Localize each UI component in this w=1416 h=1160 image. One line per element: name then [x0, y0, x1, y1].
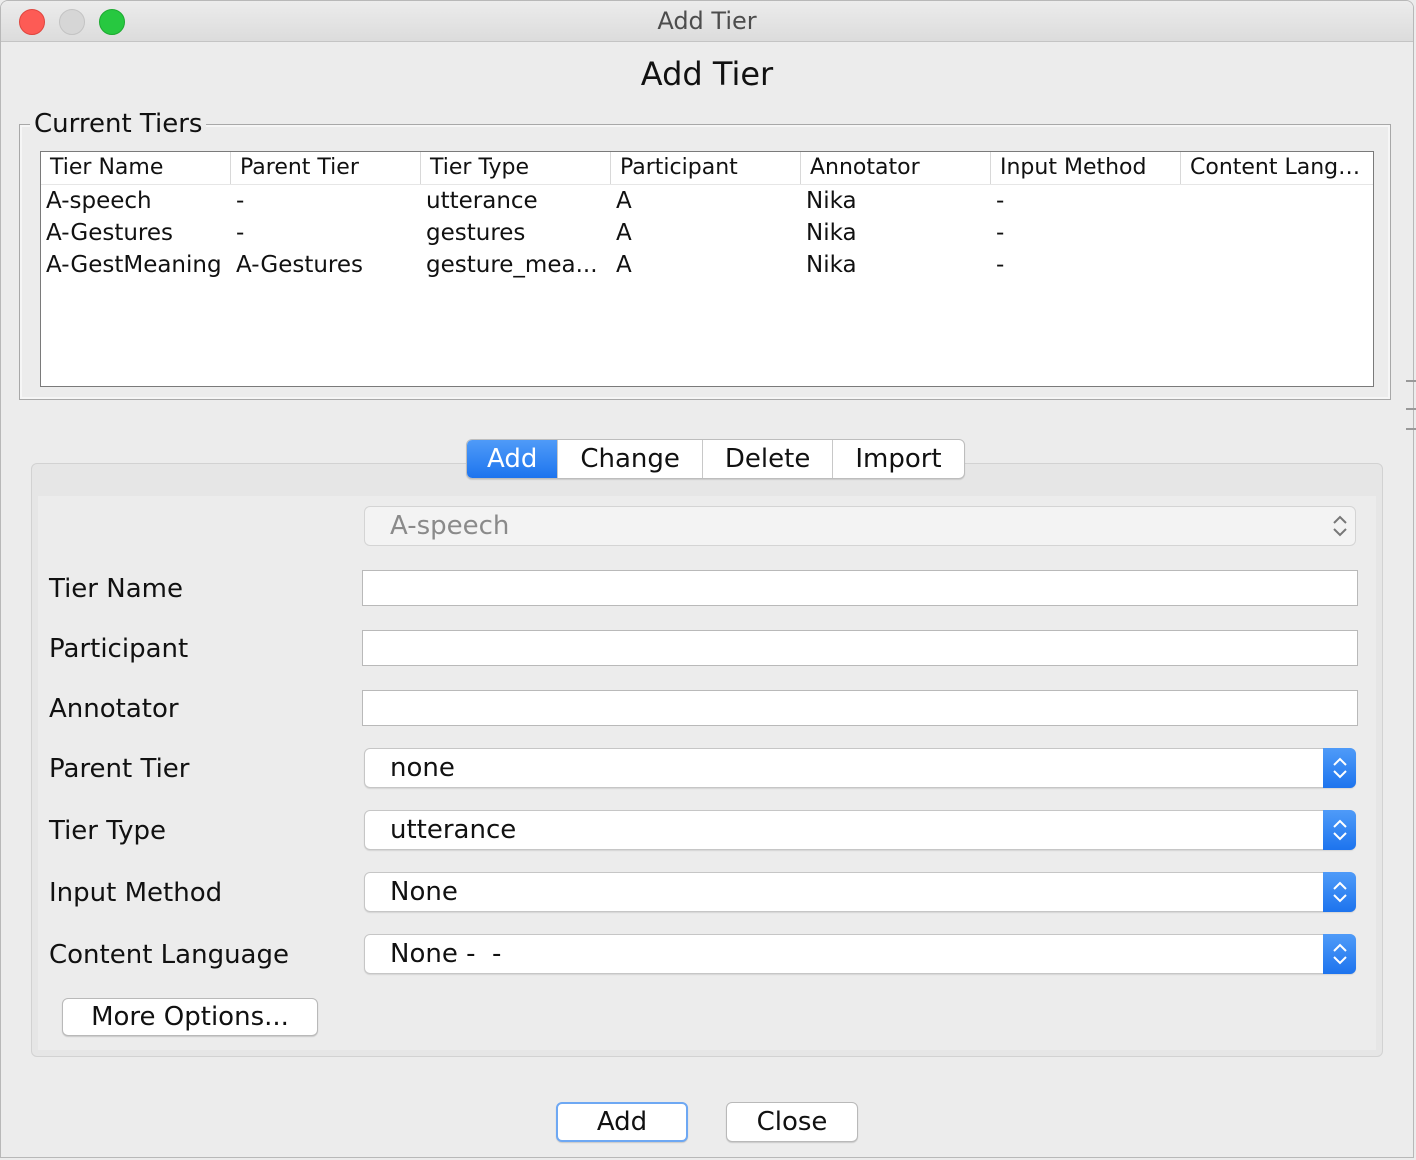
cell-participant: A [616, 220, 632, 246]
tier-name-label: Tier Name [49, 574, 183, 604]
content-language-value: None - - [390, 939, 502, 969]
column-header-participant[interactable]: Participant [611, 152, 801, 184]
background-window-edge [1406, 408, 1416, 410]
cell-input-method: - [996, 220, 1005, 246]
table-row[interactable]: A-speech - utterance A Nika - [41, 185, 1373, 217]
cell-participant: A [616, 252, 632, 278]
cell-content-language [1181, 249, 1373, 281]
title-bar: Add Tier [1, 1, 1413, 42]
updown-chevron-icon[interactable] [1323, 872, 1356, 912]
background-window-edge [1406, 428, 1416, 430]
updown-chevron-icon[interactable] [1323, 810, 1356, 850]
cell-tier-name: A-GestMeaning [46, 252, 222, 278]
participant-input[interactable] [362, 630, 1358, 666]
cell-input-method: - [996, 252, 1005, 278]
window-title: Add Tier [657, 7, 757, 35]
cell-tier-name: A-Gestures [46, 220, 174, 246]
tier-type-label: Tier Type [49, 816, 166, 846]
dialog-heading: Add Tier [640, 55, 774, 93]
tab-import[interactable]: Import [833, 440, 963, 478]
column-header-tier-type[interactable]: Tier Type [421, 152, 611, 184]
cell-parent-tier: - [236, 188, 245, 214]
table-row[interactable]: A-Gestures - gestures A Nika - [41, 217, 1373, 249]
parent-tier-value: none [390, 753, 455, 783]
input-method-value: None [390, 877, 458, 907]
column-header-input-method[interactable]: Input Method [991, 152, 1181, 184]
content-language-select[interactable]: None - - [364, 934, 1356, 974]
column-header-annotator[interactable]: Annotator [801, 152, 991, 184]
cell-tier-type: gesture_mea... [426, 252, 598, 278]
add-tier-dialog: Add Tier Add Tier Current Tiers Tier Nam… [0, 0, 1414, 1158]
tier-type-value: utterance [390, 815, 517, 845]
cell-annotator: Nika [806, 188, 857, 214]
tier-name-input[interactable] [362, 570, 1358, 606]
column-header-content-language[interactable]: Content Langu... [1181, 152, 1373, 184]
cell-content-language [1181, 217, 1373, 249]
background-window-edge [1406, 380, 1416, 382]
more-options-button[interactable]: More Options... [62, 998, 318, 1036]
cell-parent-tier: - [236, 220, 245, 246]
cell-tier-name: A-speech [46, 188, 152, 214]
current-tiers-table[interactable]: Tier Name Parent Tier Tier Type Particip… [40, 151, 1374, 387]
tier-type-select[interactable]: utterance [364, 810, 1356, 850]
tier-selector-value: A-speech [390, 511, 510, 541]
cell-tier-type: utterance [426, 188, 538, 214]
cell-tier-type: gestures [426, 220, 526, 246]
tab-delete[interactable]: Delete [703, 440, 834, 478]
cell-annotator: Nika [806, 252, 857, 278]
annotator-input[interactable] [362, 690, 1358, 726]
input-method-select[interactable]: None [364, 872, 1356, 912]
current-tiers-title: Current Tiers [30, 109, 207, 139]
cell-content-language [1181, 185, 1373, 217]
parent-tier-select[interactable]: none [364, 748, 1356, 788]
current-tiers-group: Current Tiers Tier Name Parent Tier Tier… [19, 109, 1391, 400]
column-header-parent-tier[interactable]: Parent Tier [231, 152, 421, 184]
tab-add[interactable]: Add [467, 440, 559, 478]
add-button[interactable]: Add [556, 1102, 688, 1142]
cell-participant: A [616, 188, 632, 214]
tier-selector-combo: A-speech [364, 506, 1356, 546]
input-method-label: Input Method [49, 878, 223, 908]
close-button[interactable]: Close [726, 1102, 858, 1142]
table-row[interactable]: A-GestMeaning A-Gestures gesture_mea... … [41, 249, 1373, 281]
table-header: Tier Name Parent Tier Tier Type Particip… [41, 152, 1373, 185]
participant-label: Participant [49, 634, 189, 664]
annotator-label: Annotator [49, 694, 179, 724]
cell-parent-tier: A-Gestures [236, 252, 364, 278]
updown-chevron-icon[interactable] [1323, 934, 1356, 974]
tab-change[interactable]: Change [558, 440, 703, 478]
updown-chevron-icon [1323, 506, 1356, 546]
parent-tier-label: Parent Tier [49, 754, 190, 784]
cell-input-method: - [996, 188, 1005, 214]
updown-chevron-icon[interactable] [1323, 748, 1356, 788]
content-language-label: Content Language [49, 940, 289, 970]
column-header-tier-name[interactable]: Tier Name [41, 152, 231, 184]
cell-annotator: Nika [806, 220, 857, 246]
tab-bar: Add Change Delete Import [466, 439, 965, 479]
